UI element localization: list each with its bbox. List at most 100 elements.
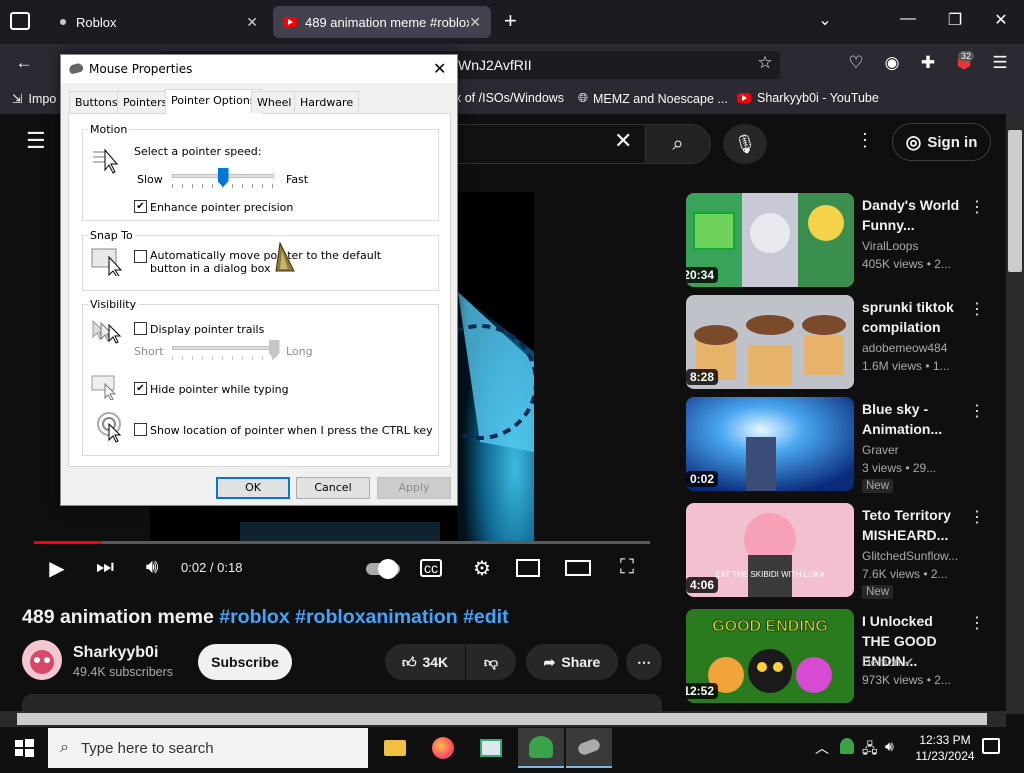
hashtag-link[interactable]: #roblox [219, 606, 289, 628]
settings-gear-icon[interactable]: ⚙ [467, 556, 497, 581]
check-mark-icon: ✔ [136, 201, 145, 212]
hashtag-link[interactable]: #edit [463, 606, 509, 628]
duration-badge: 20:34 [686, 267, 718, 283]
apply-button[interactable]: Apply [377, 477, 451, 499]
tab-close-icon[interactable]: ✕ [246, 14, 258, 31]
tab-wheel[interactable]: Wheel [251, 91, 298, 113]
duration-badge: 0:02 [686, 471, 718, 487]
bookmark-star-icon[interactable]: ☆ [753, 53, 777, 73]
play-icon[interactable]: ▶ [42, 556, 72, 581]
minimize-button[interactable]: — [893, 10, 923, 28]
show-location-checkbox[interactable] [134, 423, 147, 436]
list-item[interactable]: 8:28 sprunki tiktok compilation adobemeo… [686, 295, 986, 389]
tab-buttons[interactable]: Buttons [69, 91, 124, 113]
dislike-button[interactable]: 👎︎ [466, 644, 516, 680]
settings-more-icon[interactable]: ⋮ [856, 130, 874, 151]
taskbar-file-explorer[interactable] [372, 728, 418, 768]
network-icon[interactable]: 🖧︎ [862, 738, 878, 762]
vertical-scrollbar-thumb[interactable] [1008, 130, 1022, 272]
tray-app-icon[interactable] [840, 738, 854, 754]
youtube-favicon-icon [283, 17, 297, 27]
sign-in-button[interactable]: ◎ Sign in [892, 123, 991, 161]
hashtag-link[interactable]: #robloxanimation [295, 606, 458, 628]
window-close-button[interactable]: ✕ [986, 10, 1016, 30]
more-options-icon[interactable]: ⋮ [969, 197, 985, 217]
tab-overview-icon[interactable] [10, 12, 30, 30]
share-label: Share [561, 654, 601, 670]
fullscreen-icon[interactable]: ⛶ [612, 556, 642, 579]
youtube-favicon-icon [737, 93, 751, 103]
clear-search-icon[interactable]: ✕ [614, 128, 632, 154]
tab-close-icon[interactable]: ✕ [469, 14, 481, 31]
more-options-icon[interactable]: ⋮ [969, 507, 985, 527]
maximize-button[interactable]: ❐ [940, 10, 970, 30]
duration-badge: 12:52 [686, 683, 718, 699]
dialog-title: Mouse Properties [89, 62, 193, 76]
taskbar-app-green[interactable] [518, 728, 564, 768]
long-label: Long [286, 345, 313, 358]
more-options-icon[interactable]: ⋮ [969, 401, 985, 421]
taskbar-app[interactable] [468, 728, 514, 768]
menu-icon[interactable]: ☰ [988, 53, 1012, 73]
more-actions-button[interactable]: ⋯ [626, 644, 662, 680]
volume-icon[interactable]: 🔊︎ [885, 738, 894, 755]
search-placeholder: Type here to search [80, 739, 214, 757]
enhance-precision-checkbox[interactable]: ✔ [134, 200, 147, 213]
more-options-icon[interactable]: ⋮ [969, 299, 985, 319]
snap-to-checkbox[interactable] [134, 250, 147, 263]
ok-button[interactable]: OK [216, 477, 290, 499]
captions-icon[interactable]: cc [420, 559, 442, 577]
more-options-icon[interactable]: ⋮ [969, 613, 985, 633]
bookmark-import[interactable]: ⇲ Impo [12, 91, 56, 107]
hide-while-typing-checkbox[interactable]: ✔ [134, 382, 147, 395]
tab-roblox[interactable]: Roblox ✕ [50, 6, 268, 38]
system-clock[interactable]: 12:33 PM 11/23/2024 [905, 732, 985, 764]
share-button[interactable]: ➦ Share [526, 644, 618, 680]
taskbar-firefox[interactable] [420, 728, 466, 768]
bookmark-isos[interactable]: x of /ISOs/Windows [455, 91, 564, 105]
taskbar-mouse-properties[interactable] [566, 728, 612, 768]
video-meta: 405K views • 2... [862, 257, 951, 271]
autoplay-toggle[interactable] [366, 559, 400, 579]
bookmark-sharkyyb0i[interactable]: Sharkyyb0i - YouTube [737, 91, 879, 105]
theater-mode-icon[interactable] [565, 560, 591, 576]
bookmark-memz[interactable]: 🌐︎ MEMZ and Noescape ... [578, 91, 728, 106]
cancel-button[interactable]: Cancel [296, 477, 370, 499]
taskbar-search[interactable]: ⌕ Type here to search [48, 728, 368, 768]
progress-bar[interactable] [34, 541, 650, 544]
pocket-icon[interactable]: ♡ [844, 53, 868, 73]
list-item[interactable]: 0:02 Blue sky - Animation... Graver 3 vi… [686, 397, 986, 493]
extensions-icon[interactable]: ✚ [916, 53, 940, 73]
list-item[interactable]: 20:34 Dandy's World Funny... ViralLoops … [686, 193, 986, 287]
title-text: 489 animation meme [22, 606, 220, 628]
pointer-trails-icon [92, 319, 122, 344]
channel-name[interactable]: Sharkyyb0i [73, 644, 158, 662]
tab-hardware[interactable]: Hardware [294, 91, 360, 113]
voice-search-button[interactable]: 🎙︎ [723, 124, 767, 164]
search-icon: ⌕ [672, 133, 684, 155]
miniplayer-icon[interactable] [516, 559, 540, 577]
avatar[interactable] [22, 640, 62, 680]
subscribe-button[interactable]: Subscribe [198, 644, 292, 680]
search-button[interactable]: ⌕ [645, 124, 711, 164]
tab-pointer-options[interactable]: Pointer Options [165, 89, 262, 114]
volume-icon[interactable]: 🔊︎ [137, 556, 167, 579]
video-title: 489 animation meme #roblox #robloxanimat… [22, 606, 509, 629]
back-icon[interactable]: ← [12, 53, 36, 73]
dialog-titlebar[interactable]: Mouse Properties ✕ [61, 55, 457, 83]
notifications-icon[interactable] [982, 738, 1000, 754]
start-button[interactable] [0, 728, 48, 768]
tab-youtube-video[interactable]: 489 animation meme #roblox # ✕ [273, 6, 491, 38]
account-icon[interactable]: ◉ [880, 53, 904, 73]
like-button[interactable]: 👍︎ 34K [385, 644, 465, 680]
show-hidden-icons[interactable]: ︿ [815, 738, 829, 758]
list-tabs-icon[interactable]: ⌄ [810, 10, 840, 30]
horizontal-scrollbar-thumb[interactable] [17, 713, 987, 725]
list-item[interactable]: EAT THE SKIBIDI WITH LUKA 4:06 Teto Terr… [686, 503, 986, 599]
new-tab-button[interactable]: + [504, 8, 517, 34]
pointer-trails-checkbox[interactable] [134, 322, 147, 335]
dialog-close-button[interactable]: ✕ [433, 59, 446, 78]
list-item[interactable]: GOOD ENDING 12:52 I Unlocked THE GOOD EN… [686, 609, 986, 703]
next-video-icon[interactable]: ⏭ [90, 556, 120, 579]
hamburger-menu-icon[interactable]: ☰ [26, 128, 46, 154]
